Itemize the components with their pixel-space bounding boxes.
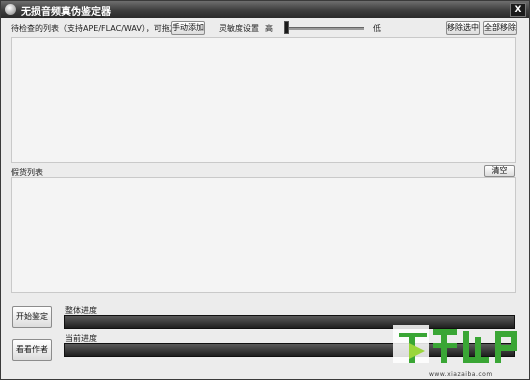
- view-author-button[interactable]: 看看作者: [12, 339, 52, 361]
- clear-fake-list-button[interactable]: 清空: [484, 165, 515, 177]
- sensitivity-slider-thumb[interactable]: [284, 21, 289, 34]
- close-button[interactable]: X: [510, 3, 526, 17]
- remove-all-button[interactable]: 全部移除: [483, 21, 517, 35]
- watermark-url: www.xiazaiba.com: [429, 371, 493, 378]
- watermark-logo: [393, 325, 517, 363]
- app-window: 无损音频真伪鉴定器 X 待检查的列表（支持APE/FLAC/WAV），可拖放 手…: [0, 0, 530, 380]
- window-title: 无损音频真伪鉴定器: [21, 7, 111, 18]
- title-bar[interactable]: 无损音频真伪鉴定器 X: [1, 1, 529, 18]
- pending-list-label: 待检查的列表（支持APE/FLAC/WAV），可拖放: [11, 24, 178, 33]
- sensitivity-low-label: 低: [373, 24, 381, 33]
- fake-file-list[interactable]: [11, 177, 516, 293]
- sensitivity-slider[interactable]: [284, 27, 364, 30]
- pending-file-list[interactable]: [11, 37, 516, 163]
- start-check-button[interactable]: 开始鉴定: [12, 306, 52, 328]
- remove-selected-button[interactable]: 移除选中: [446, 21, 480, 35]
- sensitivity-label: 灵敏度设置: [219, 24, 259, 33]
- app-icon: [5, 4, 16, 15]
- sensitivity-high-label: 高: [265, 24, 273, 33]
- add-manual-button[interactable]: 手动添加: [171, 21, 205, 35]
